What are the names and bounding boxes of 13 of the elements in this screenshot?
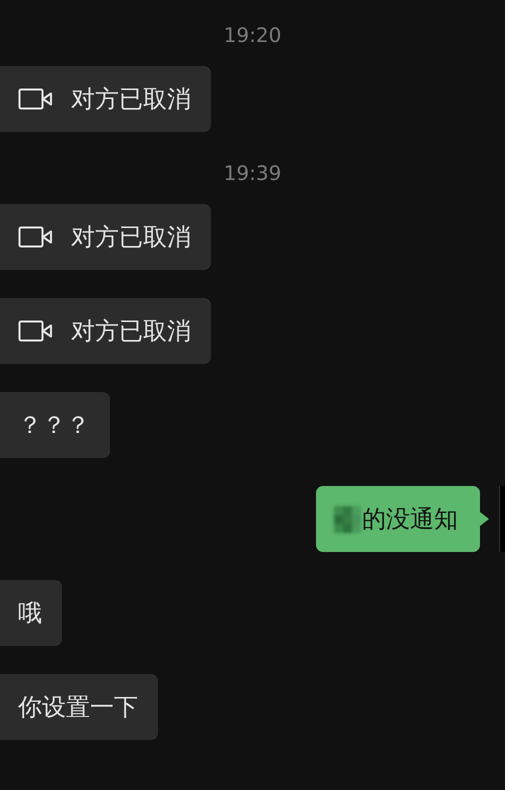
call-message-bubble[interactable]: 对方已取消 (0, 66, 211, 132)
call-message-bubble[interactable]: 对方已取消 (0, 204, 211, 270)
video-camera-icon (18, 87, 54, 111)
video-camera-icon (18, 225, 54, 249)
message-bubble[interactable]: ？？？ (0, 392, 110, 458)
message-bubble[interactable]: 你设置一下 (0, 674, 158, 740)
video-camera-icon (18, 319, 54, 343)
message-bubble[interactable]: 的没通知 (316, 486, 480, 552)
bubble-tail (480, 512, 489, 526)
call-message-bubble[interactable]: 对方已取消 (0, 298, 211, 364)
message-bubble[interactable]: 哦 (0, 580, 62, 646)
timestamp: 19:39 (224, 160, 282, 186)
timestamp: 19:20 (224, 22, 282, 48)
